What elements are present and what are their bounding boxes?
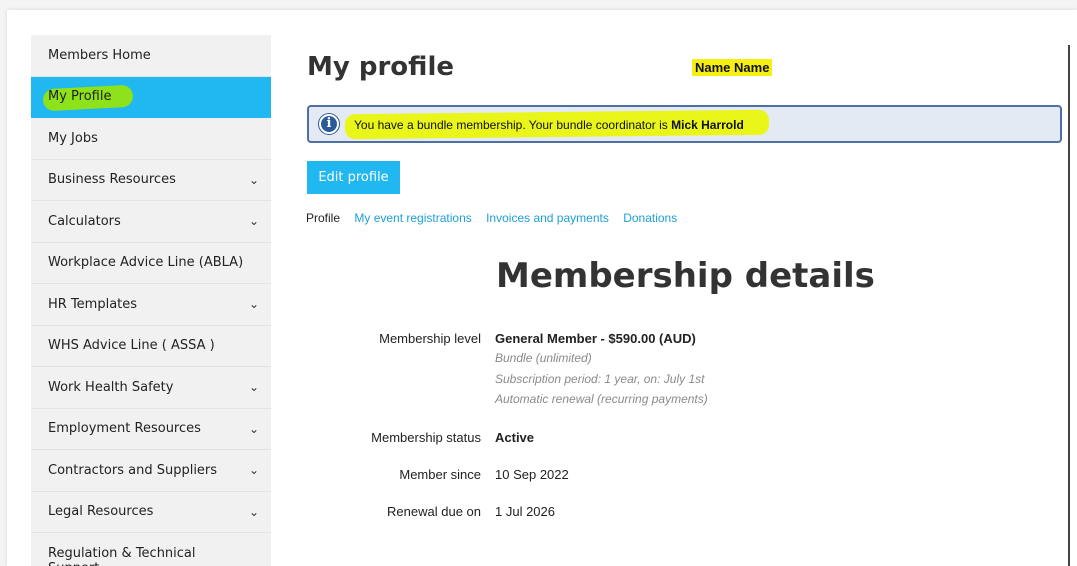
section-title: Membership details xyxy=(496,256,875,296)
tab-invoices-payments[interactable]: Invoices and payments xyxy=(486,211,609,225)
chevron-down-icon[interactable]: ⌄ xyxy=(249,505,259,519)
banner-text: You have a bundle membership. Your bundl… xyxy=(354,118,672,132)
sidebar-item-label: My Profile xyxy=(48,89,112,105)
chevron-down-icon[interactable]: ⌄ xyxy=(249,380,259,394)
info-icon: i xyxy=(319,114,339,134)
bundle-info-banner: i You have a bundle membership. Your bun… xyxy=(307,105,1062,143)
sidebar-item-label: My Jobs xyxy=(48,130,98,146)
sidebar-nav: Members Home My Profile My Jobs Business… xyxy=(31,35,271,566)
membership-note: Bundle (unlimited) xyxy=(495,351,592,365)
sidebar-item-label: HR Templates xyxy=(48,296,138,312)
edit-profile-button[interactable]: Edit profile xyxy=(307,161,400,194)
membership-note: Subscription period: 1 year, on: July 1s… xyxy=(495,372,705,386)
sidebar-item-legal-resources[interactable]: Legal Resources ⌄ xyxy=(31,492,271,533)
renewal-due-label: Renewal due on xyxy=(387,504,481,519)
chevron-down-icon[interactable]: ⌄ xyxy=(249,297,259,311)
page-title: My profile xyxy=(307,52,454,82)
sidebar-item-label: Work Health Safety xyxy=(48,379,174,395)
sidebar-item-contractors-suppliers[interactable]: Contractors and Suppliers ⌄ xyxy=(31,450,271,492)
tab-event-registrations[interactable]: My event registrations xyxy=(354,211,471,225)
sidebar-item-workplace-advice-line[interactable]: Workplace Advice Line (ABLA) xyxy=(31,243,271,284)
sidebar-item-work-health-safety[interactable]: Work Health Safety ⌄ xyxy=(31,367,271,409)
sidebar-item-label: WHS Advice Line ( ASSA ) xyxy=(48,338,215,354)
page-border xyxy=(1068,45,1070,566)
membership-level-label: Membership level xyxy=(379,331,481,346)
sidebar-item-regulation-technical[interactable]: Regulation & Technical Support ⌄ xyxy=(31,533,271,566)
sidebar-item-label: Workplace Advice Line (ABLA) xyxy=(48,255,244,271)
sidebar-item-label: Business Resources xyxy=(48,172,176,188)
sidebar-item-my-profile[interactable]: My Profile xyxy=(31,76,271,118)
chevron-down-icon[interactable]: ⌄ xyxy=(249,422,259,436)
coordinator-name: Mick Harrold xyxy=(671,118,744,132)
profile-tabs: Profile My event registrations Invoices … xyxy=(306,211,688,225)
sidebar-item-label: Legal Resources xyxy=(48,504,154,520)
sidebar-item-members-home[interactable]: Members Home xyxy=(31,35,271,77)
chevron-down-icon[interactable]: ⌄ xyxy=(249,561,259,566)
sidebar-item-employment-resources[interactable]: Employment Resources ⌄ xyxy=(31,409,271,450)
member-since-value: 10 Sep 2022 xyxy=(495,467,569,482)
user-name-badge: Name Name xyxy=(692,59,773,76)
banner-message: You have a bundle membership. Your bundl… xyxy=(354,118,744,132)
tab-profile[interactable]: Profile xyxy=(306,211,340,225)
membership-status-label: Membership status xyxy=(371,430,481,445)
sidebar-item-label: Calculators xyxy=(48,213,121,229)
member-since-label: Member since xyxy=(399,467,481,482)
membership-level-value: General Member - $590.00 (AUD) xyxy=(495,331,696,346)
sidebar-item-label: Members Home xyxy=(48,47,151,63)
sidebar-item-business-resources[interactable]: Business Resources ⌄ xyxy=(31,160,271,201)
sidebar-item-my-jobs[interactable]: My Jobs xyxy=(31,118,271,160)
tab-donations[interactable]: Donations xyxy=(623,211,677,225)
chevron-down-icon[interactable]: ⌄ xyxy=(249,463,259,477)
chevron-down-icon[interactable]: ⌄ xyxy=(249,214,259,228)
sidebar-item-label: Regulation & Technical Support xyxy=(48,546,196,566)
sidebar-item-calculators[interactable]: Calculators ⌄ xyxy=(31,201,271,243)
sidebar-item-hr-templates[interactable]: HR Templates ⌄ xyxy=(31,284,271,326)
chevron-down-icon[interactable]: ⌄ xyxy=(249,173,259,187)
sidebar-item-whs-advice-line[interactable]: WHS Advice Line ( ASSA ) xyxy=(31,326,271,367)
membership-note: Automatic renewal (recurring payments) xyxy=(495,392,708,406)
sidebar-item-label: Employment Resources xyxy=(48,421,201,437)
membership-status-value: Active xyxy=(495,430,535,445)
sidebar-item-label: Contractors and Suppliers xyxy=(48,462,218,478)
renewal-due-value: 1 Jul 2026 xyxy=(495,504,555,519)
